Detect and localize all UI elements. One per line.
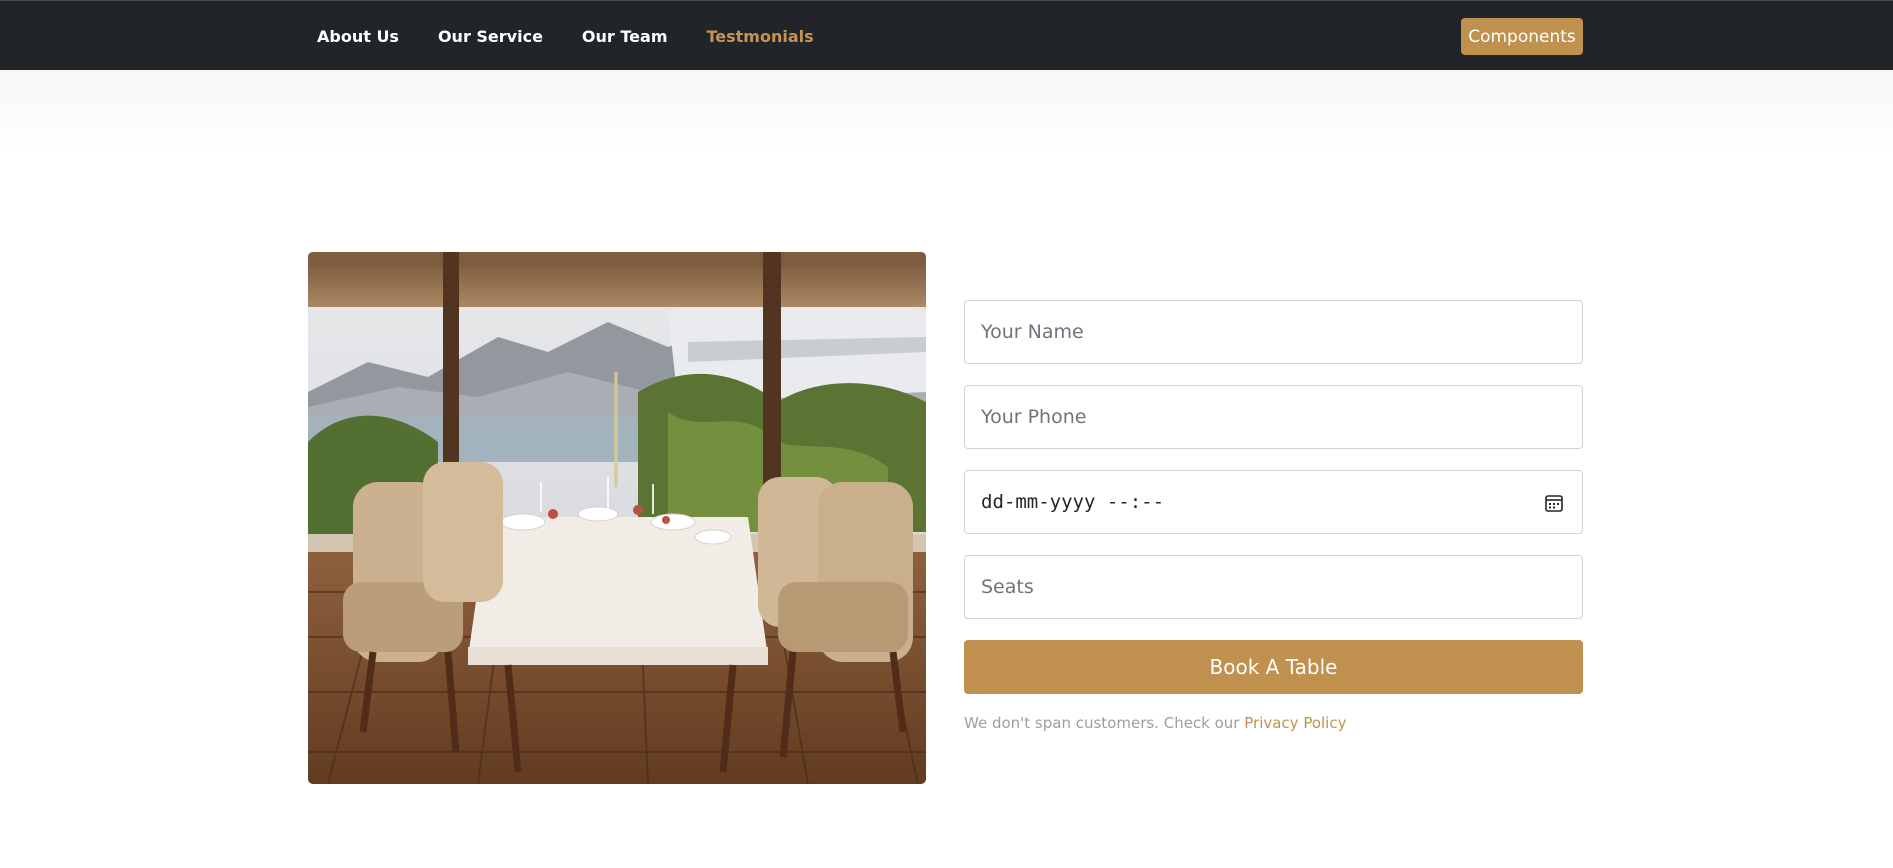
nav-link-about-us[interactable]: About Us	[317, 27, 399, 46]
privacy-note-text: We don't span customers. Check our	[964, 714, 1245, 732]
seats-placeholder: Seats	[981, 576, 1034, 598]
phone-placeholder: Your Phone	[981, 406, 1087, 428]
components-button[interactable]: Components	[1461, 18, 1583, 55]
datetime-value: dd-mm-yyyy --:--	[981, 491, 1165, 513]
datetime-input[interactable]: dd-mm-yyyy --:--	[964, 470, 1583, 534]
calendar-icon[interactable]	[1544, 493, 1564, 513]
navbar: About Us Our Service Our Team Testmonial…	[0, 0, 1893, 70]
name-placeholder: Your Name	[981, 321, 1084, 343]
nav-link-testimonials[interactable]: Testmonials	[706, 27, 813, 46]
nav-links: About Us Our Service Our Team Testmonial…	[317, 1, 853, 71]
booking-form: Your Name Your Phone dd-mm-yyyy --:-- Se…	[964, 300, 1583, 732]
hero-background	[0, 70, 1893, 155]
nav-link-our-service[interactable]: Our Service	[438, 27, 543, 46]
privacy-note: We don't span customers. Check our Priva…	[964, 714, 1583, 732]
book-table-button[interactable]: Book A Table	[964, 640, 1583, 694]
privacy-policy-link[interactable]: Privacy Policy	[1244, 714, 1346, 732]
name-input[interactable]: Your Name	[964, 300, 1583, 364]
restaurant-photo	[308, 252, 926, 784]
seats-input[interactable]: Seats	[964, 555, 1583, 619]
phone-input[interactable]: Your Phone	[964, 385, 1583, 449]
nav-link-our-team[interactable]: Our Team	[582, 27, 668, 46]
